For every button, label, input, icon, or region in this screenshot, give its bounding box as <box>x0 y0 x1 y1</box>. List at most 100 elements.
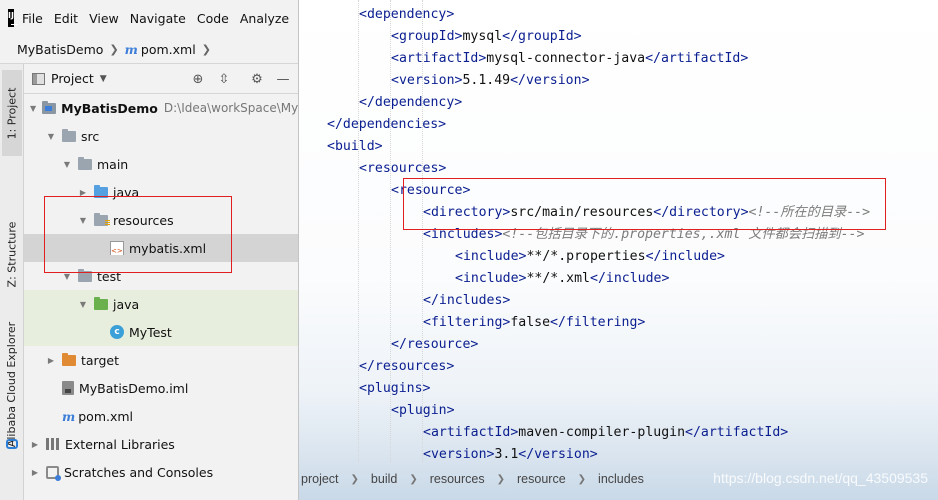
expand-arrow-icon[interactable]: ▼ <box>62 272 72 281</box>
tree-item-iml[interactable]: MyBatisDemo.iml <box>24 374 298 402</box>
code-line: <resources> <box>359 158 446 180</box>
collapse-arrow-icon[interactable]: ▶ <box>30 440 40 449</box>
collapse-all-icon[interactable]: ⇳ <box>216 71 232 87</box>
xml-tag: </include> <box>645 249 725 264</box>
xml-text: 5.1.49 <box>462 73 511 88</box>
test-folder-icon <box>94 296 108 310</box>
excluded-folder-icon <box>62 352 76 366</box>
code-line: </dependencies> <box>327 114 446 136</box>
tool-tab-structure[interactable]: Z: Structure <box>2 214 22 294</box>
collapse-arrow-icon[interactable]: ▶ <box>46 356 56 365</box>
xml-crumb-project[interactable]: project <box>301 472 339 486</box>
menu-code[interactable]: Code <box>197 11 229 26</box>
menu-edit[interactable]: Edit <box>54 11 78 26</box>
dropdown-caret-icon[interactable]: ▼ <box>100 74 107 84</box>
xml-tag: </directory> <box>653 205 749 220</box>
code-line: <plugins> <box>359 378 430 400</box>
code-line: <resource> <box>391 180 470 202</box>
xml-crumb-resources[interactable]: resources <box>430 472 485 486</box>
code-line: <groupId>mysql</groupId> <box>391 26 582 48</box>
xml-tag: <artifactId> <box>423 425 519 440</box>
xml-text: false <box>510 315 551 330</box>
tree-item-external-libraries[interactable]: ▶ External Libraries <box>24 430 298 458</box>
expand-arrow-icon[interactable]: ▼ <box>78 300 88 309</box>
tool-tab-project[interactable]: 1: Project <box>2 70 22 156</box>
menu-view[interactable]: View <box>89 11 119 26</box>
tree-item-test[interactable]: ▼ test <box>24 262 298 290</box>
xml-crumb-build[interactable]: build <box>371 472 397 486</box>
tree-item-main[interactable]: ▼ main <box>24 150 298 178</box>
breadcrumb-file[interactable]: pom.xml <box>141 42 196 57</box>
xml-tag: <directory> <box>423 205 511 220</box>
maven-icon: m <box>62 408 76 424</box>
code-line: </resource> <box>391 334 478 356</box>
xml-text: src/main/resources <box>510 205 654 220</box>
xml-tag: <include> <box>455 271 527 286</box>
tree-item-main-java[interactable]: ▶ java <box>24 178 298 206</box>
code-editor[interactable]: <dependency> <groupId>mysql</groupId> <art… <box>298 0 938 500</box>
source-folder-icon <box>94 184 108 198</box>
tree-item-target[interactable]: ▶ target <box>24 346 298 374</box>
collapse-arrow-icon[interactable]: ▶ <box>78 188 88 197</box>
hide-panel-icon[interactable]: — <box>275 71 291 87</box>
tool-tab-cloud-explorer[interactable]: Alibaba Cloud Explorer <box>2 314 22 454</box>
code-line: <version>3.1</version> <box>423 444 598 466</box>
xml-tag: </version> <box>518 447 598 462</box>
xml-tag: </dependencies> <box>327 117 447 132</box>
tree-item-project-root[interactable]: ▼ MyBatisDemo D:\Idea\workSpace\MyBa <box>24 94 298 122</box>
expand-arrow-icon[interactable]: ▼ <box>46 132 56 141</box>
xml-tag: <include> <box>455 249 527 264</box>
xml-tag: <version> <box>391 73 463 88</box>
xml-tag: <resources> <box>359 161 447 176</box>
locate-file-icon[interactable]: ⊕ <box>190 71 206 87</box>
xml-tag: </resources> <box>359 359 455 374</box>
xml-tag: </include> <box>590 271 670 286</box>
chevron-right-icon: ❯ <box>577 473 587 485</box>
project-toolbar: Project ▼ ⊕ ⇳ ⚙ — <box>24 64 298 94</box>
tree-item-src[interactable]: ▼ src <box>24 122 298 150</box>
xml-file-icon <box>110 241 124 255</box>
expand-arrow-icon[interactable]: ▼ <box>62 160 72 169</box>
tree-item-pom[interactable]: m pom.xml <box>24 402 298 430</box>
tool-window-strip: 1: Project Z: Structure Alibaba Cloud Ex… <box>0 64 24 500</box>
tree-item-mytest[interactable]: c MyTest <box>24 318 298 346</box>
code-line: </includes> <box>423 290 510 312</box>
scratches-icon <box>46 465 61 481</box>
expand-arrow-icon[interactable]: ▼ <box>78 216 88 225</box>
library-icon <box>46 438 60 450</box>
ide-left-panel: IJ File Edit View Navigate Code Analyze … <box>0 0 298 500</box>
xml-tag: </resource> <box>391 337 479 352</box>
code-line: <dependency> <box>359 4 454 26</box>
xml-crumb-resource[interactable]: resource <box>517 472 566 486</box>
menu-file[interactable]: File <box>22 11 43 26</box>
xml-text: mysql-connector-java <box>486 51 646 66</box>
xml-tag: <resource> <box>391 183 471 198</box>
collapse-arrow-icon[interactable]: ▶ <box>30 468 40 477</box>
chevron-right-icon: ❯ <box>409 473 418 485</box>
menu-navigate[interactable]: Navigate <box>130 11 186 26</box>
intellij-logo-icon: IJ <box>8 9 18 27</box>
cloud-explorer-icon[interactable] <box>6 439 18 449</box>
code-line: <artifactId>mysql-connector-java</artifa… <box>391 48 748 70</box>
xml-tag: </groupId> <box>502 29 582 44</box>
breadcrumb-project[interactable]: MyBatisDemo <box>17 42 103 57</box>
code-line: </dependency> <box>359 92 462 114</box>
xml-text: **/*.xml <box>526 271 590 286</box>
iml-file-icon <box>62 381 74 395</box>
xml-text: **/*.properties <box>526 249 646 264</box>
tree-item-test-java[interactable]: ▼ java <box>24 290 298 318</box>
navigation-breadcrumb: MyBatisDemo ❯ m pom.xml ❯ <box>0 36 298 64</box>
xml-tag: <build> <box>327 139 383 154</box>
xml-tag: </dependency> <box>359 95 463 110</box>
project-view-selector[interactable]: Project <box>51 71 94 86</box>
xml-tag: <groupId> <box>391 29 463 44</box>
gear-icon[interactable]: ⚙ <box>249 71 265 87</box>
tree-item-resources[interactable]: ▼ resources <box>24 206 298 234</box>
xml-tag: <dependency> <box>359 7 455 22</box>
expand-arrow-icon[interactable]: ▼ <box>30 104 36 113</box>
xml-crumb-includes[interactable]: includes <box>598 472 644 486</box>
code-line: <include>**/*.properties</include> <box>455 246 725 268</box>
menu-analyze[interactable]: Analyze <box>240 11 289 26</box>
tree-item-scratches[interactable]: ▶ Scratches and Consoles <box>24 458 298 486</box>
tree-item-mybatis-xml[interactable]: mybatis.xml <box>24 234 298 262</box>
